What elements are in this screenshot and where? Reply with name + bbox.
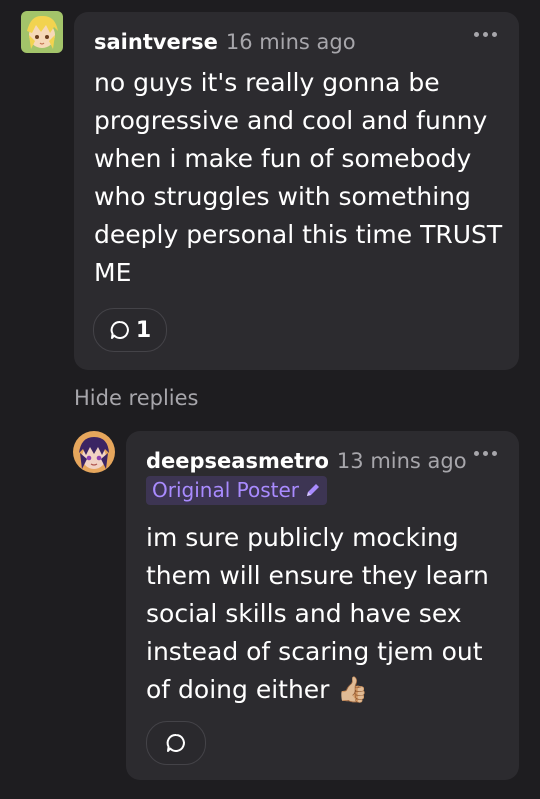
avatar-image <box>73 431 115 473</box>
badge-label: Original Poster <box>152 478 299 502</box>
reply-avatar[interactable] <box>73 431 115 473</box>
reply-count: 1 <box>135 317 152 343</box>
reply-meta: deepseasmetro 13 mins ago <box>146 449 467 473</box>
comment-timestamp: 16 mins ago <box>225 30 356 54</box>
original-poster-badge: Original Poster <box>146 476 327 505</box>
comment-username[interactable]: saintverse <box>94 30 218 54</box>
reply-button[interactable]: 1 <box>93 308 167 352</box>
hide-replies-link[interactable]: Hide replies <box>74 386 199 410</box>
reply-text-content: im sure publicly mocking them will ensur… <box>146 523 489 704</box>
thumbs-up-emoji: 👍🏼 <box>337 675 369 704</box>
more-dots-icon[interactable] <box>474 32 497 37</box>
comment-meta: saintverse 16 mins ago <box>94 30 356 54</box>
pencil-icon <box>307 484 319 496</box>
speech-bubble-icon <box>110 321 129 339</box>
commenter-avatar[interactable] <box>21 11 63 53</box>
comment-text: no guys it's really gonna be progressive… <box>94 68 503 287</box>
more-dots-icon[interactable] <box>474 451 497 456</box>
reply-timestamp: 13 mins ago <box>336 449 467 473</box>
speech-bubble-icon <box>166 734 185 752</box>
comment-card: saintverse 16 mins ago no guys it's real… <box>74 12 519 370</box>
reply-card: deepseasmetro 13 mins ago Original Poste… <box>126 431 519 780</box>
reply-username[interactable]: deepseasmetro <box>146 449 329 473</box>
reply-button[interactable] <box>146 721 206 765</box>
avatar-image <box>21 11 63 53</box>
reply-text: im sure publicly mocking them will ensur… <box>146 519 506 709</box>
